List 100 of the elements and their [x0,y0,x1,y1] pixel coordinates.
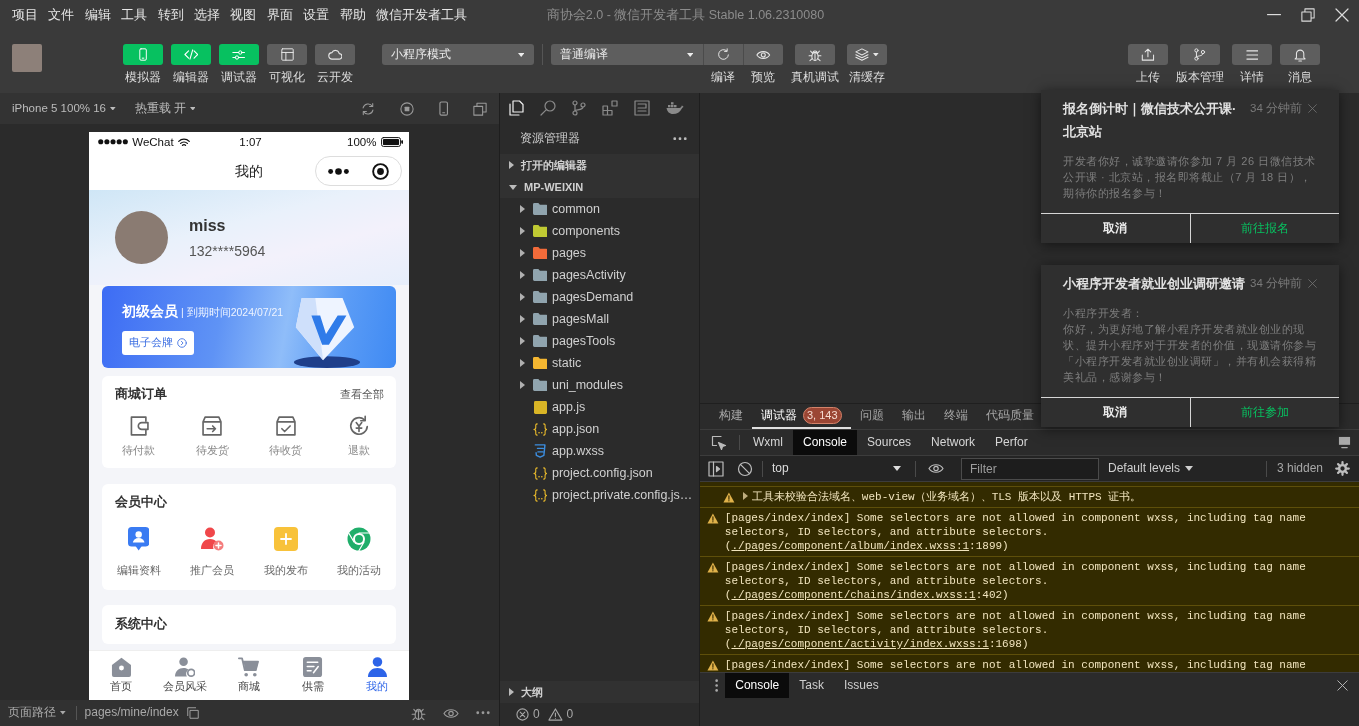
tree-item[interactable]: components [500,220,699,242]
windows-icon[interactable] [473,101,487,116]
settings-icon[interactable] [1335,461,1350,476]
block-icon[interactable] [737,460,753,477]
phone-icon[interactable] [438,101,448,116]
tree-item[interactable]: static [500,352,699,374]
toolbar-button[interactable] [795,44,835,65]
devtools-tab[interactable]: Wxml [743,430,793,455]
context-select[interactable]: top [764,460,906,477]
tree-item[interactable]: pagesMall [500,308,699,330]
more-icon[interactable] [476,711,490,715]
menu-item[interactable]: 工具 [121,6,148,24]
eye-icon[interactable] [928,463,944,474]
shortcut-item[interactable]: 我的活动 [322,527,396,577]
toolbar-button[interactable] [1180,44,1220,65]
hot-reload-toggle[interactable]: 热重载 开 [134,101,196,116]
triangle-right-icon[interactable] [742,491,748,500]
view-all-link[interactable]: 查看全部 [340,386,384,402]
view-toggle-button[interactable] [171,44,211,65]
levels-dropdown[interactable]: Default levels [1108,460,1194,477]
page-path-selector[interactable]: 页面路径 [8,705,66,721]
section-header[interactable]: 打开的编辑器 [500,154,699,176]
toolbar-button[interactable] [847,44,887,65]
drawer-tab[interactable]: Task [789,673,834,698]
toolbar-button[interactable] [743,44,783,65]
view-toggle-button[interactable] [123,44,163,65]
panel-tab[interactable]: 调试器 3, 143 [752,404,851,429]
view-toggle-button[interactable] [315,44,355,65]
whale-icon[interactable] [666,102,684,114]
source-link[interactable]: ./pages/component/album/index.wxss:1 [731,540,970,552]
stop-icon[interactable] [399,101,414,116]
devtools-tab[interactable]: Network [921,430,986,455]
notification-action[interactable]: 前往参加 [1189,398,1339,427]
panel-tab[interactable]: 终端 [934,404,977,429]
toolbar-button[interactable] [1232,44,1272,65]
shortcut-item[interactable]: 退款 [322,415,396,456]
menu-item[interactable]: 视图 [230,6,257,24]
rotate-icon[interactable] [360,101,375,116]
minimize-icon[interactable] [1267,14,1281,16]
panel-icon[interactable] [634,100,650,116]
toolbar-button[interactable] [703,44,743,65]
section-header[interactable]: MP-WEIXIN [500,176,699,198]
tab-item[interactable]: 商城 [217,651,281,700]
source-link[interactable]: ./pages/component/activity/index.wxss:1 [731,638,989,650]
more-icon[interactable] [673,136,687,141]
menu-item[interactable]: 帮助 [339,6,366,24]
tab-item[interactable]: 首页 [89,651,153,700]
toolbar-button[interactable] [1280,44,1320,65]
monitor-icon[interactable] [1338,436,1351,449]
more-icon[interactable] [715,679,719,692]
notification-action[interactable]: 取消 [1041,398,1190,427]
devtools-tab[interactable]: Console [793,430,858,455]
sidebar-icon[interactable] [708,460,724,477]
tree-item[interactable]: pagesActivity [500,264,699,286]
menu-item[interactable]: 编辑 [84,6,111,24]
menu-item[interactable]: 设置 [303,6,330,24]
devtools-tab[interactable]: Sources [857,430,922,455]
filter-field[interactable]: Filter [961,457,1099,480]
blocks-icon[interactable] [602,100,618,116]
tab-item[interactable]: 会员风采 [153,651,217,700]
section-header[interactable]: 大纲 [500,681,699,703]
menu-item[interactable]: 转到 [157,6,184,24]
panel-tab[interactable]: 构建 [710,404,752,429]
shortcut-item[interactable]: 待发货 [175,415,249,456]
tree-item[interactable]: project.config.json [500,462,699,484]
copy-icon[interactable] [186,707,199,719]
shortcut-item[interactable]: 待收货 [249,415,323,456]
source-link[interactable]: ./pages/component/chains/index.wxss:1 [731,589,976,601]
view-toggle-button[interactable] [219,44,259,65]
menu-item[interactable]: 界面 [266,6,293,24]
inspect-icon[interactable] [711,434,727,451]
shortcut-item[interactable]: 编辑资料 [102,527,176,577]
compile-dropdown[interactable]: 普通编译 [551,44,703,65]
e-card-button[interactable]: 电子会牌 [122,331,194,355]
notification-action[interactable]: 前往报名 [1189,214,1339,243]
tab-item[interactable]: 供需 [281,651,345,700]
drawer-tab[interactable]: Console [725,673,790,698]
shortcut-item[interactable]: 待付款 [102,415,176,456]
menu-item[interactable]: 项目 [12,6,38,24]
tree-item[interactable]: pagesDemand [500,286,699,308]
restore-icon[interactable] [1301,8,1315,22]
panel-tab[interactable]: 输出 [892,404,935,429]
panel-tab[interactable]: 问题 [850,404,893,429]
eye-icon[interactable] [443,707,459,719]
close-icon[interactable] [1337,680,1348,691]
panel-tab[interactable]: 代码质量 [976,404,1043,429]
shortcut-item[interactable]: 我的发布 [249,527,323,577]
tree-item[interactable]: project.private.config.js… [500,484,699,506]
devtools-tab[interactable]: Perfor [985,430,1038,455]
device-selector[interactable]: iPhone 5 100% 16 [12,101,116,116]
menu-item[interactable]: 选择 [193,6,220,24]
branch-icon[interactable] [572,100,586,116]
tree-item[interactable]: common [500,198,699,220]
toolbar-button[interactable] [1128,44,1168,65]
tree-item[interactable]: uni_modules [500,374,699,396]
menu-item[interactable]: 微信开发者工具 [375,6,467,24]
notification-action[interactable]: 取消 [1041,214,1190,243]
tab-item[interactable]: 我的 [345,651,409,700]
menu-item[interactable]: 文件 [48,6,75,24]
files-icon[interactable] [508,100,524,116]
